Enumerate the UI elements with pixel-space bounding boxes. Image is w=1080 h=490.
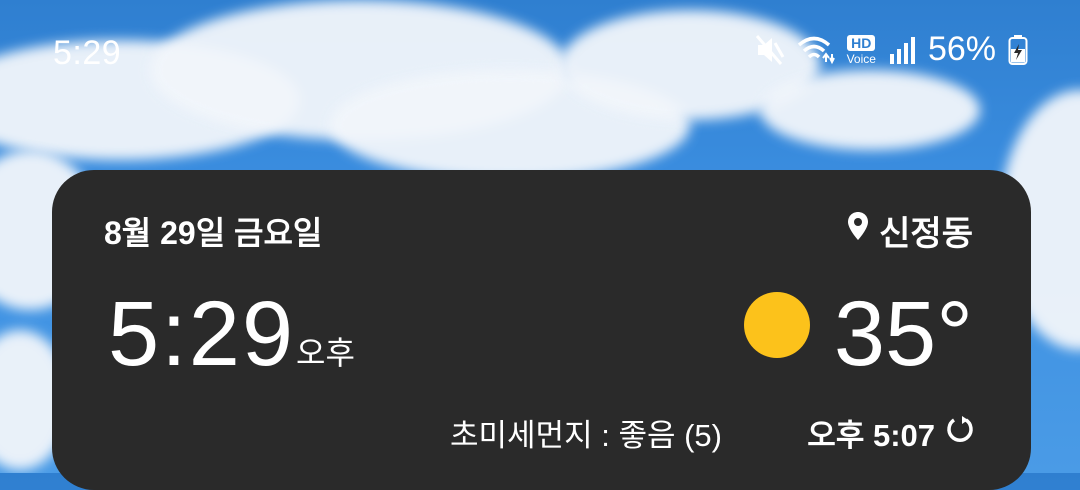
battery-percent: 56% <box>927 30 996 68</box>
wifi-icon <box>797 34 835 66</box>
widget-temperature[interactable]: 35° <box>834 282 973 387</box>
sunny-icon <box>744 292 810 358</box>
status-time: 5:29 <box>53 34 122 72</box>
location-pin-icon <box>847 211 869 250</box>
location-label: 신정동 <box>879 215 973 253</box>
status-icons: HD Voice 56% <box>755 30 1028 69</box>
refresh-icon[interactable] <box>945 414 975 452</box>
weather-clock-widget[interactable]: 8월 29일 금요일 신정동 5:29 오후 35° 초미세먼지 : 좋음 (5… <box>52 170 1031 490</box>
hd-voice-icon: HD Voice <box>846 34 876 66</box>
battery-charging-icon <box>1008 34 1028 66</box>
widget-location[interactable]: 신정동 <box>847 206 973 255</box>
updated-time-label: 오후 5:07 <box>807 418 935 453</box>
widget-date: 8월 29일 금요일 <box>104 215 323 251</box>
update-time[interactable]: 오후 5:07 <box>807 410 975 455</box>
widget-ampm: 오후 <box>296 335 355 371</box>
status-bar: 5:29 HD Voice 56% <box>0 0 1080 110</box>
signal-icon <box>888 36 916 64</box>
fine-dust-status: 초미세먼지 : 좋음 (5) <box>450 418 722 453</box>
widget-clock-time[interactable]: 5:29 <box>108 282 295 387</box>
mute-icon <box>755 34 785 66</box>
